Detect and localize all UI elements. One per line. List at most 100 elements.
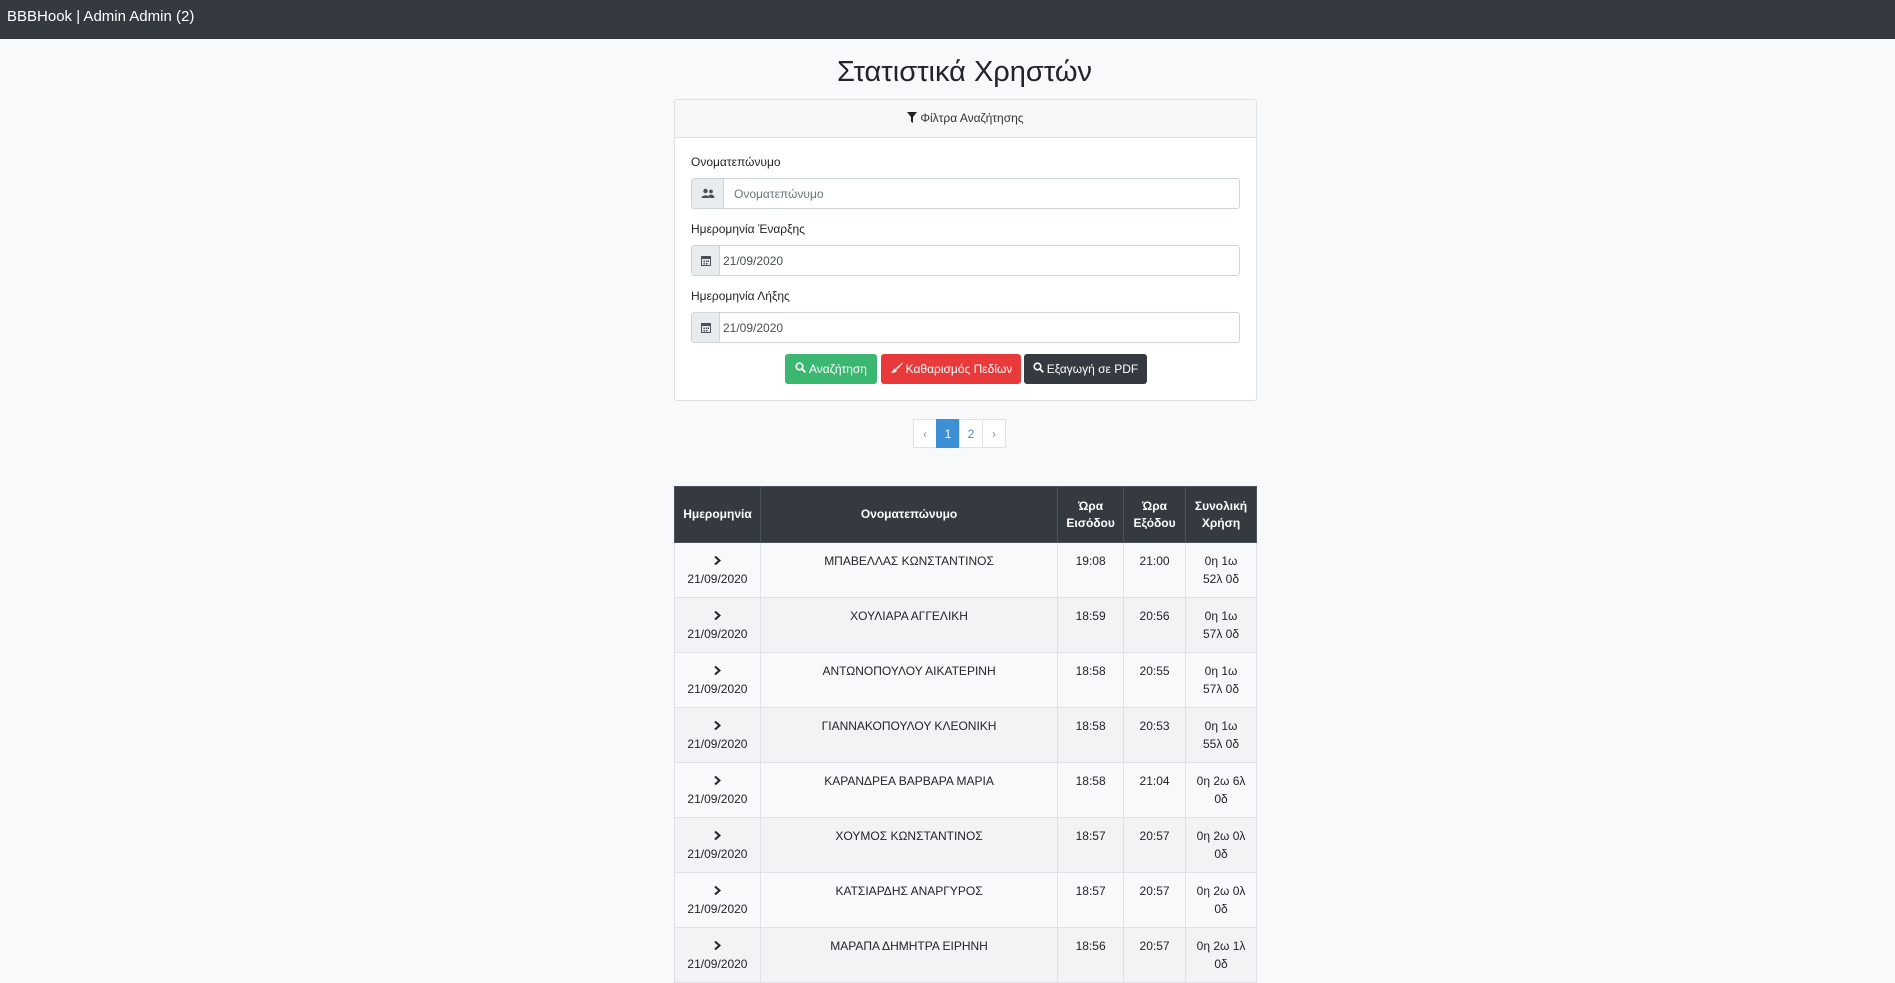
date-value: 21/09/2020 [687, 957, 748, 971]
search-button[interactable]: Αναζήτηση [785, 354, 877, 384]
name-cell: ΧΟΥΜΟΣ ΚΩΝΣΤΑΝΤΙΝΟΣ [759, 817, 1059, 873]
search-button-label: Αναζήτηση [809, 362, 867, 376]
name-label: Ονοματεπώνυμο [691, 155, 781, 169]
total-line1: 0η 1ω [1204, 554, 1238, 568]
start-date-input[interactable] [720, 246, 1239, 275]
end-date-group [691, 312, 1240, 343]
total-cell: 0η 2ω 0λ 0δ [1185, 817, 1257, 873]
total-line2: 57λ 0δ [1202, 627, 1240, 641]
exit-cell: 21:00 [1123, 542, 1187, 598]
chevron-right-icon[interactable] [675, 662, 760, 680]
exit-cell: 21:04 [1123, 762, 1187, 818]
exit-cell: 20:57 [1123, 817, 1187, 873]
col-exit-header[interactable]: Ώρα Εξόδου [1123, 486, 1187, 543]
entry-cell: 18:59 [1057, 597, 1125, 653]
date-value: 21/09/2020 [687, 902, 748, 916]
clear-fields-button[interactable]: Καθαρισμός Πεδίων [881, 354, 1021, 384]
date-cell: 21/09/2020 [674, 597, 761, 653]
chevron-right-icon[interactable] [675, 937, 760, 955]
entry-cell: 18:58 [1057, 707, 1125, 763]
pagination-prev[interactable]: ‹ [913, 419, 937, 448]
total-line2: 57λ 0δ [1202, 682, 1240, 696]
col-entry-header[interactable]: Ώρα Εισόδου [1057, 486, 1125, 543]
total-line1: 0η 2ω 0λ [1196, 884, 1246, 898]
page-title: Στατιστικά Χρηστών [836, 56, 1093, 88]
end-date-input[interactable] [720, 313, 1239, 342]
filters-header[interactable]: Φίλτρα Αναζήτησης [675, 100, 1256, 138]
col-total-header-line1: Συνολική [1194, 498, 1248, 513]
total-cell: 0η 1ω 57λ 0δ [1185, 597, 1257, 653]
col-name-header[interactable]: Ονοματεπώνυμο [759, 486, 1059, 543]
chevron-right-icon[interactable] [675, 827, 760, 845]
date-value: 21/09/2020 [687, 627, 748, 641]
date-cell: 21/09/2020 [674, 542, 761, 598]
col-exit-header-line2: Εξόδου [1133, 515, 1176, 530]
export-pdf-button[interactable]: Εξαγωγή σε PDF [1024, 354, 1147, 384]
col-entry-header-line2: Εισόδου [1066, 515, 1115, 530]
total-line2: 0δ [1214, 902, 1228, 916]
start-date-group [691, 245, 1240, 276]
calendar-icon [692, 313, 720, 342]
pagination-next[interactable]: › [982, 419, 1006, 448]
entry-cell: 18:58 [1057, 762, 1125, 818]
table-body: 21/09/2020 ΜΠΑΒΕΛΛΑΣ ΚΩΝΣΤΑΝΤΙΝΟΣ 19:08 … [674, 542, 1257, 983]
total-cell: 0η 2ω 0λ 0δ [1185, 872, 1257, 928]
chevron-right-icon[interactable] [675, 717, 760, 735]
total-cell: 0η 1ω 52λ 0δ [1185, 542, 1257, 598]
total-cell: 0η 2ω 6λ 0δ [1185, 762, 1257, 818]
table-row: 21/09/2020 ΜΑΡΑΠΑ ΔΗΜΗΤΡΑ ΕΙΡΗΝΗ 18:56 2… [674, 927, 1257, 983]
pagination-page-1[interactable]: 1 [936, 419, 960, 448]
table-row: 21/09/2020 ΜΠΑΒΕΛΛΑΣ ΚΩΝΣΤΑΝΤΙΝΟΣ 19:08 … [674, 542, 1257, 598]
total-line1: 0η 2ω 0λ [1196, 829, 1246, 843]
col-exit-header-line1: Ώρα [1142, 498, 1167, 513]
exit-cell: 20:57 [1123, 872, 1187, 928]
total-line2: 0δ [1214, 957, 1228, 971]
end-date-label: Ημερομηνία Λήξης [691, 289, 790, 303]
navbar-brand[interactable]: BBBHook | Admin Admin (2) [7, 8, 194, 25]
filter-icon [907, 111, 920, 125]
top-navbar: BBBHook | Admin Admin (2) [0, 0, 1895, 39]
total-line1: 0η 2ω 1λ [1196, 939, 1246, 953]
chevron-right-icon[interactable] [675, 882, 760, 900]
table-row: 21/09/2020 ΧΟΥΛΙΑΡΑ ΑΓΓΕΛΙΚΗ 18:59 20:56… [674, 597, 1257, 653]
total-line1: 0η 2ω 6λ [1196, 774, 1246, 788]
col-date-header[interactable]: Ημερομηνία [674, 486, 761, 543]
entry-cell: 18:58 [1057, 652, 1125, 708]
name-cell: ΜΠΑΒΕΛΛΑΣ ΚΩΝΣΤΑΝΤΙΝΟΣ [759, 542, 1059, 598]
name-cell: ΧΟΥΛΙΑΡΑ ΑΓΓΕΛΙΚΗ [759, 597, 1059, 653]
calendar-icon [692, 246, 720, 275]
total-line1: 0η 1ω [1204, 719, 1238, 733]
pagination: ‹ 1 2 › [913, 419, 1006, 448]
start-date-label: Ημερομηνία Έναρξης [691, 222, 805, 236]
name-cell: ΚΑΤΣΙΑΡΔΗΣ ΑΝΑΡΓΥΡΟΣ [759, 872, 1059, 928]
exit-cell: 20:55 [1123, 652, 1187, 708]
name-cell: ΑΝΤΩΝΟΠΟΥΛΟΥ ΑΙΚΑΤΕΡΙΝΗ [759, 652, 1059, 708]
table-row: 21/09/2020 ΚΑΡΑΝΔΡΕΑ ΒΑΡΒΑΡΑ ΜΑΡΙΑ 18:58… [674, 762, 1257, 818]
search-filters-card: Φίλτρα Αναζήτησης Ονοματεπώνυμο Ημερομην… [674, 99, 1257, 401]
total-line1: 0η 1ω [1204, 664, 1238, 678]
total-line2: 55λ 0δ [1202, 737, 1240, 751]
entry-cell: 19:08 [1057, 542, 1125, 598]
chevron-right-icon[interactable] [675, 607, 760, 625]
col-total-header[interactable]: Συνολική Χρήση [1185, 486, 1257, 543]
chevron-right-icon[interactable] [675, 772, 760, 790]
table-row: 21/09/2020 ΧΟΥΜΟΣ ΚΩΝΣΤΑΝΤΙΝΟΣ 18:57 20:… [674, 817, 1257, 873]
table-row: 21/09/2020 ΓΙΑΝΝΑΚΟΠΟΥΛΟΥ ΚΛΕΟΝΙΚΗ 18:58… [674, 707, 1257, 763]
export-pdf-label: Εξαγωγή σε PDF [1046, 362, 1139, 376]
entry-cell: 18:57 [1057, 872, 1125, 928]
name-cell: ΚΑΡΑΝΔΡΕΑ ΒΑΡΒΑΡΑ ΜΑΡΙΑ [759, 762, 1059, 818]
exit-cell: 20:56 [1123, 597, 1187, 653]
date-cell: 21/09/2020 [674, 762, 761, 818]
exit-cell: 20:53 [1123, 707, 1187, 763]
col-total-header-line2: Χρήση [1201, 515, 1241, 530]
date-value: 21/09/2020 [687, 847, 748, 861]
date-value: 21/09/2020 [687, 572, 748, 586]
name-input[interactable] [724, 179, 1239, 208]
pagination-page-2[interactable]: 2 [959, 419, 983, 448]
total-line2: 52λ 0δ [1202, 572, 1240, 586]
clear-button-label: Καθαρισμός Πεδίων [905, 362, 1013, 376]
total-cell: 0η 2ω 1λ 0δ [1185, 927, 1257, 983]
date-value: 21/09/2020 [687, 792, 748, 806]
date-cell: 21/09/2020 [674, 927, 761, 983]
chevron-right-icon[interactable] [675, 552, 760, 570]
